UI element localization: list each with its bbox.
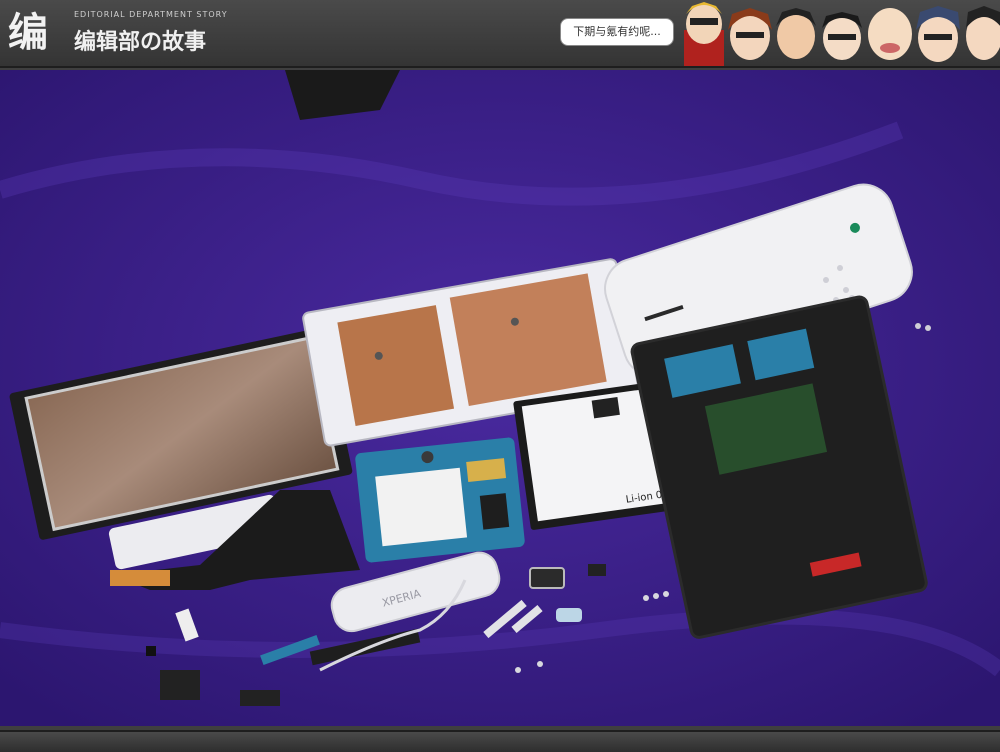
site-header: 编 EDITORIAL DEPARTMENT STORY 编辑部の故事 下期与氪… <box>0 0 1000 68</box>
main-pcb <box>355 437 525 563</box>
page-frame: 编 EDITORIAL DEPARTMENT STORY 编辑部の故事 下期与氪… <box>0 0 1000 752</box>
cartoon-faces-illustration <box>684 2 1000 66</box>
speech-bubble: 下期与氪有约呢... <box>560 18 674 46</box>
cartoon-faces <box>676 0 1000 66</box>
phone-teardown-illustration: Li-ion 00 XPERIA <box>0 70 1000 726</box>
logo-glyph: 编 <box>8 10 48 56</box>
logo-subtitle: EDITORIAL DEPARTMENT STORY <box>74 10 228 19</box>
site-footer <box>0 730 1000 752</box>
logo-title: 编辑部の故事 <box>74 30 207 55</box>
disassembly-photo: Li-ion 00 XPERIA <box>0 70 1000 726</box>
